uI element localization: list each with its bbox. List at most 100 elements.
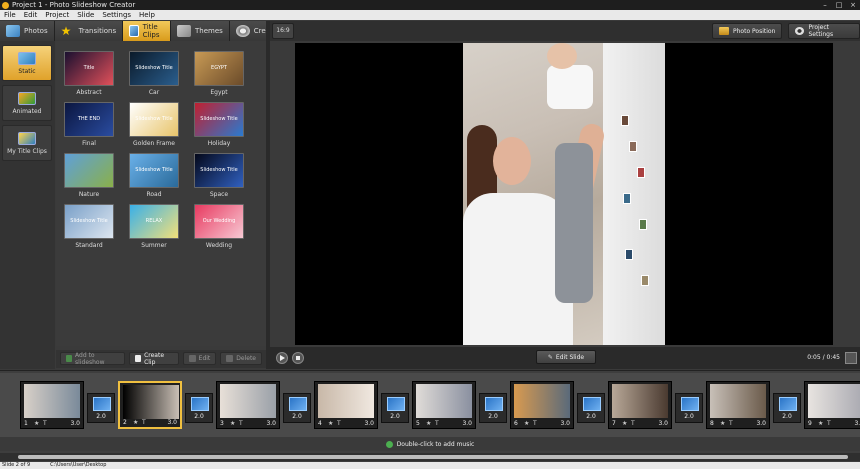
- stop-button[interactable]: [292, 352, 304, 364]
- transition-duration[interactable]: 2.0: [578, 413, 604, 420]
- timeline-transition[interactable]: 2.0: [577, 393, 605, 423]
- project-settings-button[interactable]: Project Settings: [788, 23, 860, 39]
- title-clip-item[interactable]: Our Wedding Wedding: [190, 204, 248, 249]
- menu-slide[interactable]: Slide: [73, 10, 98, 20]
- category-my-title-clips[interactable]: My Title Clips: [2, 125, 52, 161]
- title-clip-item[interactable]: RELAX Summer: [125, 204, 183, 249]
- transition-duration[interactable]: 2.0: [774, 413, 800, 420]
- transition-duration[interactable]: 2.0: [284, 413, 310, 420]
- tab-transitions-label: Transitions: [78, 27, 117, 35]
- title-clip-item[interactable]: Slideshow Title Standard: [60, 204, 118, 249]
- timeline-slide[interactable]: 7 ★ T 3.0: [608, 381, 672, 429]
- aspect-ratio-button[interactable]: 16:9: [272, 23, 294, 39]
- slide-duration[interactable]: 3.0: [167, 419, 177, 426]
- timeline-scrollbar[interactable]: [0, 453, 860, 461]
- text-icon[interactable]: T: [729, 420, 733, 427]
- transition-duration[interactable]: 2.0: [382, 413, 408, 420]
- timeline-transition[interactable]: 2.0: [675, 393, 703, 423]
- music-track[interactable]: Double-click to add music: [0, 437, 860, 451]
- timeline-slide[interactable]: 3 ★ T 3.0: [216, 381, 280, 429]
- add-to-slideshow-button[interactable]: Add to slideshow: [60, 352, 126, 366]
- transition-duration[interactable]: 2.0: [186, 413, 212, 420]
- slide-duration[interactable]: 3.0: [462, 420, 472, 427]
- text-icon[interactable]: T: [435, 420, 439, 427]
- slide-thumbnail: [416, 384, 472, 418]
- menu-help[interactable]: Help: [135, 10, 159, 20]
- transition-icon: [779, 397, 797, 411]
- status-slide: Slide 2 of 9: [2, 462, 31, 468]
- fullscreen-button[interactable]: [845, 352, 857, 364]
- slide-duration[interactable]: 3.0: [70, 420, 80, 427]
- menu-file[interactable]: File: [0, 10, 20, 20]
- timeline-slide[interactable]: 6 ★ T 3.0: [510, 381, 574, 429]
- menu-edit[interactable]: Edit: [20, 10, 42, 20]
- timeline-slide[interactable]: 2 ★ T 3.0: [118, 381, 182, 429]
- title-clip-item[interactable]: Title Abstract: [60, 51, 118, 96]
- star-icon[interactable]: ★: [524, 420, 529, 427]
- category-animated[interactable]: Animated: [2, 85, 52, 121]
- scrollbar-thumb[interactable]: [18, 455, 848, 459]
- star-icon[interactable]: ★: [818, 420, 823, 427]
- edit-slide-button[interactable]: ✎ Edit Slide: [536, 350, 596, 364]
- transition-duration[interactable]: 2.0: [676, 413, 702, 420]
- timeline-slide[interactable]: 4 ★ T 3.0: [314, 381, 378, 429]
- timeline-transition[interactable]: 2.0: [87, 393, 115, 423]
- star-icon[interactable]: ★: [426, 420, 431, 427]
- maximize-button[interactable]: □: [832, 0, 846, 10]
- timeline-transition[interactable]: 2.0: [479, 393, 507, 423]
- category-static[interactable]: Static: [2, 45, 52, 81]
- title-clip-item[interactable]: Slideshow Title Road: [125, 153, 183, 198]
- title-clip-item[interactable]: THE END Final: [60, 102, 118, 147]
- text-icon[interactable]: T: [337, 420, 341, 427]
- transition-duration[interactable]: 2.0: [480, 413, 506, 420]
- tab-transitions[interactable]: ★ Transitions: [54, 21, 124, 41]
- close-button[interactable]: ×: [846, 0, 860, 10]
- slide-duration[interactable]: 3.0: [266, 420, 276, 427]
- timeline-transition[interactable]: 2.0: [381, 393, 409, 423]
- text-icon[interactable]: T: [533, 420, 537, 427]
- create-clip-button[interactable]: Create Clip: [129, 352, 179, 366]
- minimize-button[interactable]: –: [818, 0, 832, 10]
- delete-clip-button[interactable]: Delete: [220, 352, 262, 365]
- timeline-slide[interactable]: 1 ★ T 3.0: [20, 381, 84, 429]
- timeline-slide[interactable]: 8 ★ T 3.0: [706, 381, 770, 429]
- title-clip-item[interactable]: EGYPT Egypt: [190, 51, 248, 96]
- tab-title-clips[interactable]: Title Clips: [123, 21, 171, 41]
- timeline-transition[interactable]: 2.0: [185, 393, 213, 423]
- play-button[interactable]: [276, 352, 288, 364]
- star-icon[interactable]: ★: [622, 420, 627, 427]
- slide-duration[interactable]: 3.0: [364, 420, 374, 427]
- tab-photos[interactable]: Photos: [0, 21, 55, 41]
- slide-duration[interactable]: 3.0: [658, 420, 668, 427]
- star-icon[interactable]: ★: [230, 420, 235, 427]
- title-clip-item[interactable]: Slideshow Title Space: [190, 153, 248, 198]
- timeline-slide[interactable]: 5 ★ T 3.0: [412, 381, 476, 429]
- slide-duration[interactable]: 3.0: [854, 420, 860, 427]
- timeline-slide[interactable]: 9 ★ T 3.0: [804, 381, 860, 429]
- star-icon[interactable]: ★: [720, 420, 725, 427]
- slide-duration[interactable]: 3.0: [560, 420, 570, 427]
- transition-duration[interactable]: 2.0: [88, 413, 114, 420]
- text-icon[interactable]: T: [631, 420, 635, 427]
- title-clip-item[interactable]: Slideshow Title Holiday: [190, 102, 248, 147]
- text-icon[interactable]: T: [43, 420, 47, 427]
- text-icon[interactable]: T: [239, 420, 243, 427]
- menu-project[interactable]: Project: [41, 10, 73, 20]
- text-icon[interactable]: T: [827, 420, 831, 427]
- title-clip-item[interactable]: Slideshow Title Car: [125, 51, 183, 96]
- star-icon[interactable]: ★: [34, 420, 39, 427]
- slide-duration[interactable]: 3.0: [756, 420, 766, 427]
- star-icon[interactable]: ★: [133, 419, 138, 426]
- timeline-transition[interactable]: 2.0: [773, 393, 801, 423]
- menu-settings[interactable]: Settings: [98, 10, 135, 20]
- preview-stage[interactable]: [295, 43, 833, 345]
- tab-themes[interactable]: Themes: [171, 21, 230, 41]
- photo-position-button[interactable]: Photo Position: [712, 23, 783, 39]
- title-clip-item[interactable]: Slideshow Title Golden Frame: [125, 102, 183, 147]
- title-clip-item[interactable]: Nature: [60, 153, 118, 198]
- edit-clip-button[interactable]: Edit: [182, 352, 217, 365]
- star-icon[interactable]: ★: [328, 420, 333, 427]
- category-static-label: Static: [18, 67, 36, 75]
- timeline-transition[interactable]: 2.0: [283, 393, 311, 423]
- text-icon[interactable]: T: [142, 419, 146, 426]
